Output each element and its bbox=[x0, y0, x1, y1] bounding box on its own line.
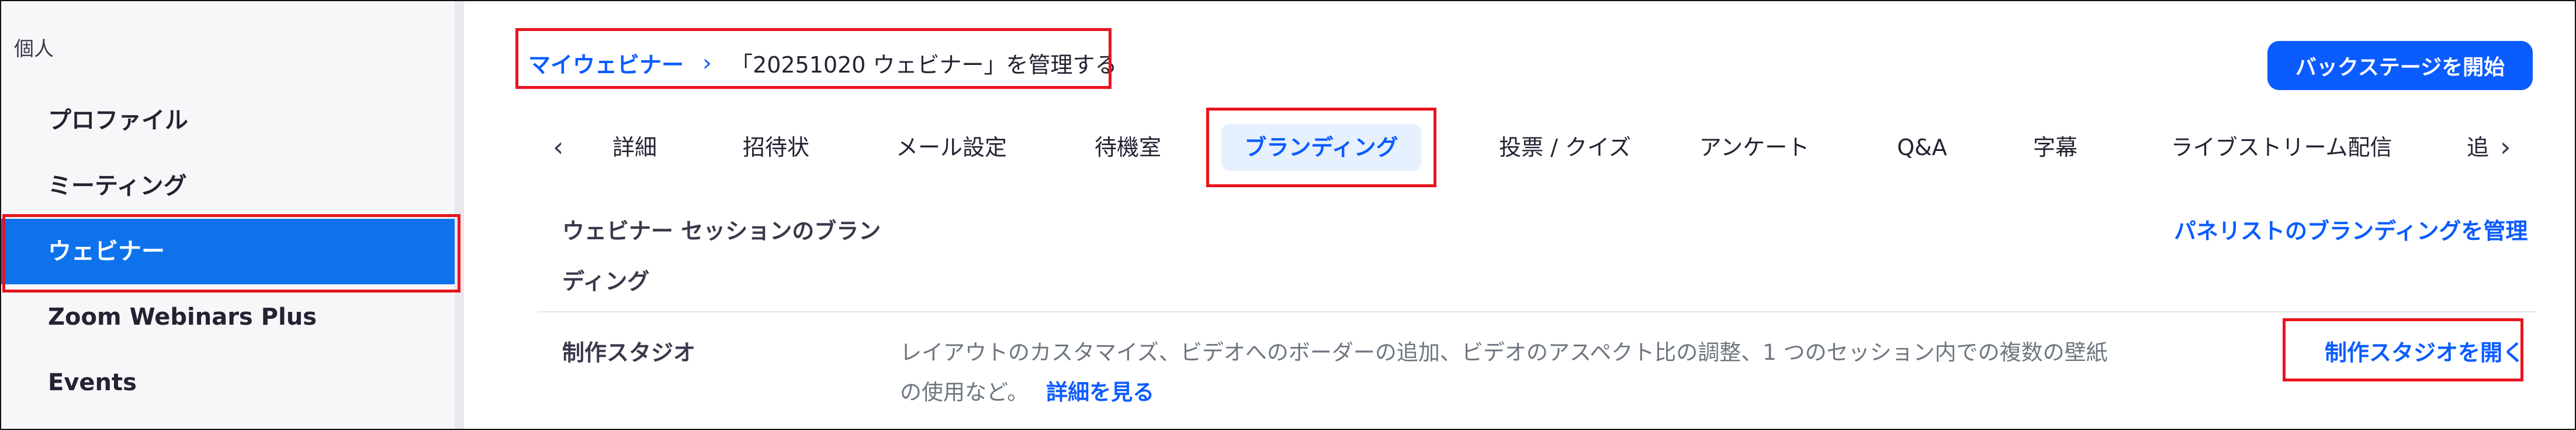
production-studio-description-continued: の使用など。 詳細を見る bbox=[900, 374, 1154, 406]
highlight-breadcrumb bbox=[515, 28, 1112, 89]
chevron-left-icon[interactable]: ‹ bbox=[553, 131, 563, 163]
start-backstage-button[interactable]: バックステージを開始 bbox=[2267, 41, 2533, 90]
sidebar-item-meetings[interactable]: ミーティング bbox=[1, 153, 455, 219]
highlight-webinars-nav bbox=[2, 214, 461, 293]
learn-more-link[interactable]: 詳細を見る bbox=[1046, 380, 1154, 405]
tab-details[interactable]: 詳細 bbox=[611, 124, 658, 171]
manage-panelist-branding-link[interactable]: パネリストのブランディングを管理 bbox=[2174, 213, 2527, 245]
production-studio-description: レイアウトのカスタマイズ、ビデオへのボーダーの追加、ビデオのアスペクト比の調整、… bbox=[900, 340, 2108, 365]
tab-polls-quizzes[interactable]: 投票 / クイズ bbox=[1477, 124, 1653, 171]
tab-email-settings[interactable]: メール設定 bbox=[893, 124, 1010, 171]
description-text: の使用など。 bbox=[900, 380, 1029, 405]
tab-waiting-room[interactable]: 待機室 bbox=[1087, 124, 1169, 171]
tab-captions[interactable]: 字幕 bbox=[2031, 124, 2079, 171]
sidebar-item-events[interactable]: Events bbox=[1, 350, 455, 415]
sidebar-section-label: 個人 bbox=[14, 37, 54, 61]
tab-live-streaming[interactable]: ライブストリーム配信 bbox=[2161, 124, 2402, 171]
section-title: ウェビナー セッションのブラン bbox=[562, 218, 881, 244]
tab-qa[interactable]: Q&A bbox=[1888, 124, 1957, 171]
section-divider bbox=[538, 311, 2536, 312]
highlight-branding-tab bbox=[1206, 108, 1436, 187]
tab-more[interactable]: 追 bbox=[2466, 124, 2490, 171]
sidebar-item-webinars-plus[interactable]: Zoom Webinars Plus bbox=[1, 284, 455, 350]
tab-invitation[interactable]: 招待状 bbox=[735, 124, 817, 171]
tab-survey[interactable]: アンケート bbox=[1697, 124, 1812, 171]
section-title-continued: ディング bbox=[562, 269, 650, 294]
production-studio-label: 制作スタジオ bbox=[562, 340, 696, 366]
chevron-right-icon[interactable]: › bbox=[2500, 131, 2511, 163]
sidebar-item-profile[interactable]: プロファイル bbox=[1, 88, 455, 153]
highlight-open-studio bbox=[2283, 318, 2523, 381]
app-window: 個人 プロファイル ミーティング ウェビナー Zoom Webinars Plu… bbox=[0, 0, 2576, 430]
